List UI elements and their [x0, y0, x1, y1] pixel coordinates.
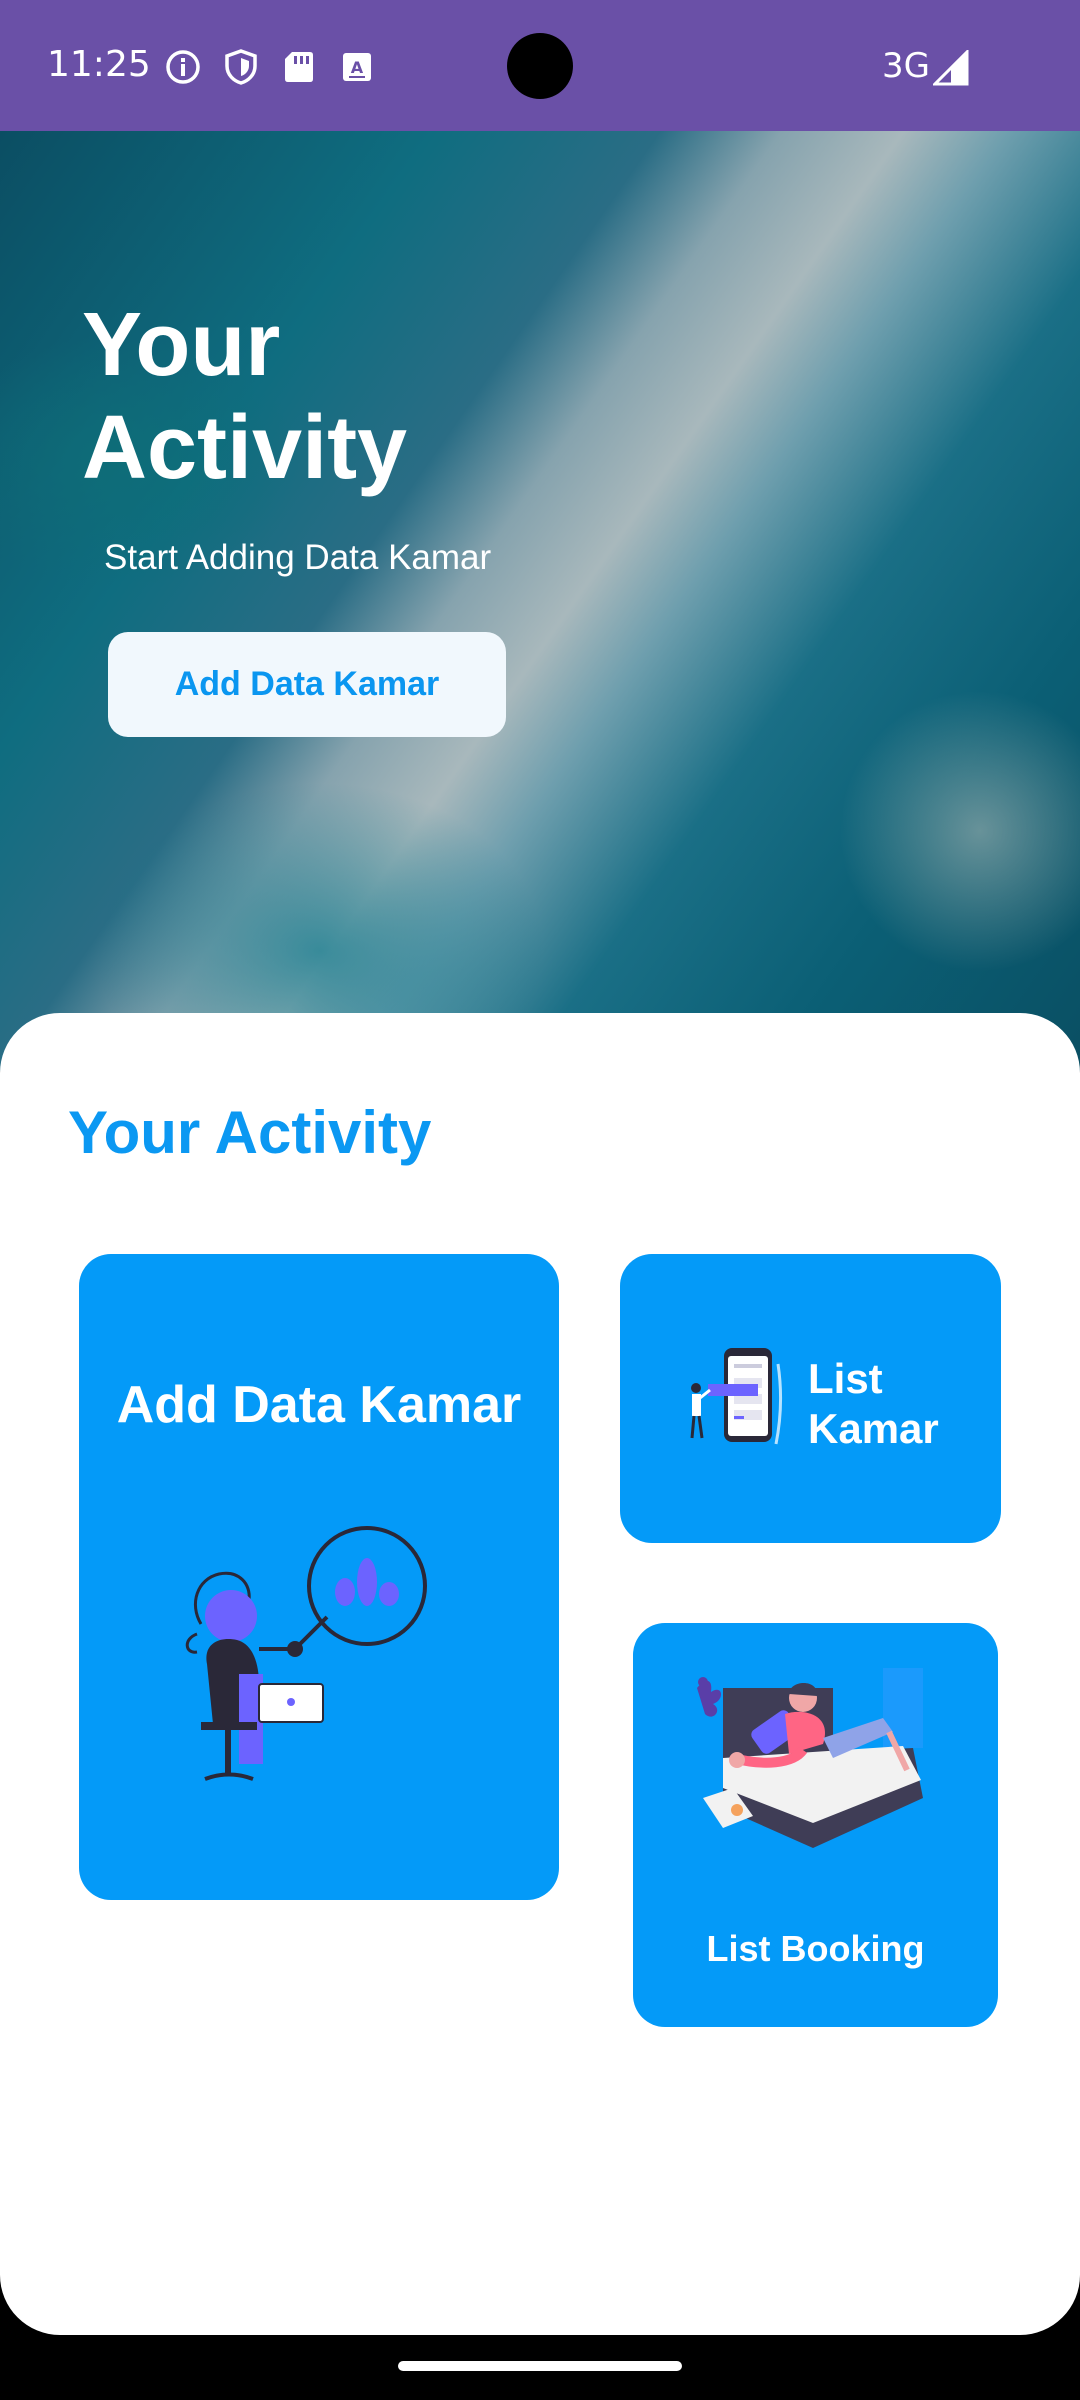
add-data-kamar-card[interactable]: Add Data Kamar [79, 1254, 559, 1900]
status-time: 11:25 [47, 44, 151, 85]
section-title: Your Activity [68, 1099, 432, 1166]
hero-subtitle: Start Adding Data Kamar [104, 538, 492, 577]
shield-icon [222, 48, 260, 86]
bed-relax-illustration [697, 1668, 923, 1848]
list-booking-card-label: List Booking [706, 1928, 925, 1969]
hero-title: Your Activity [82, 295, 408, 498]
network-type: 3G [882, 46, 930, 86]
person-laptop-illustration [185, 1526, 427, 1781]
keyboard-a-icon: A [338, 48, 376, 86]
list-booking-card[interactable]: List Booking [633, 1623, 998, 2027]
front-camera [507, 33, 573, 99]
status-bar: 11:25 A 3G [0, 0, 1080, 131]
phone-list-illustration [690, 1348, 783, 1445]
signal-icon [931, 48, 969, 91]
list-kamar-card-label: List Kamar [808, 1355, 939, 1452]
sd-card-icon [280, 48, 318, 86]
list-kamar-card[interactable]: List Kamar [620, 1254, 1001, 1543]
activity-sheet: Your Activity Add Data Kamar List Kamar … [0, 1013, 1080, 2335]
add-data-kamar-button[interactable]: Add Data Kamar [108, 632, 506, 737]
hero-banner: Your Activity Start Adding Data Kamar Ad… [0, 131, 1080, 1071]
info-icon [164, 48, 202, 86]
add-data-kamar-card-label: Add Data Kamar [116, 1376, 522, 1434]
home-indicator[interactable] [398, 2361, 682, 2371]
svg-text:A: A [351, 58, 364, 77]
